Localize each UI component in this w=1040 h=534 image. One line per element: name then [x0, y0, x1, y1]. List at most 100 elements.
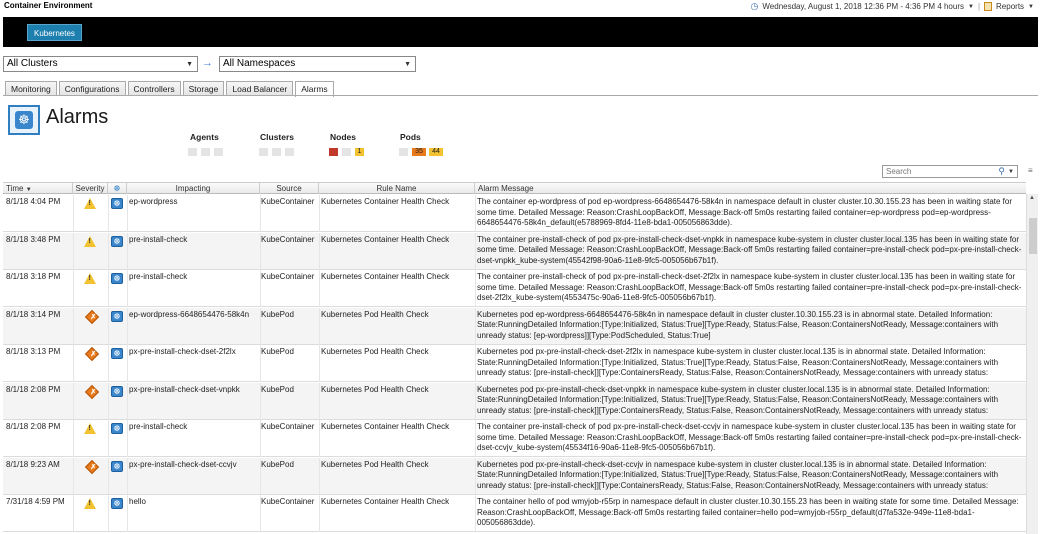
view-tabs: Monitoring Configurations Controllers St…	[5, 81, 334, 97]
alarm-impacting[interactable]: ep-wordpress	[129, 197, 259, 208]
divider	[319, 382, 320, 420]
alarm-impacting[interactable]: pre-install-check	[129, 272, 259, 283]
alarm-impacting[interactable]: pre-install-check	[129, 235, 259, 246]
header-severity[interactable]: Severity	[73, 183, 108, 194]
divider	[73, 457, 74, 495]
alarm-message: The container pre-install-check of pod p…	[477, 234, 1022, 265]
header-time[interactable]: Time ▼	[3, 183, 73, 194]
header-source[interactable]: Source	[260, 183, 319, 194]
clusters-major-count[interactable]	[272, 148, 281, 156]
table-row[interactable]: 8/1/18 3:48 PM! ☸ pre-install-check KubeCon…	[3, 232, 1026, 270]
alarm-impacting[interactable]: px-pre-install-check-dset-vnpkk	[129, 385, 259, 396]
alarm-source: KubeContainer	[261, 497, 315, 506]
severity-critical-icon: ✗	[84, 384, 100, 399]
table-row[interactable]: 8/1/18 3:14 PM ✗ ☸ ep-wordpress-6648654476-…	[3, 307, 1026, 345]
divider	[260, 270, 261, 307]
divider	[260, 195, 261, 232]
kubernetes-object-icon: ☸	[111, 310, 123, 322]
divider	[260, 382, 261, 420]
kubernetes-type-icon[interactable]: ☸	[108, 183, 127, 194]
header-impacting[interactable]: Impacting	[127, 183, 260, 194]
table-row[interactable]: 8/1/18 2:08 PM! ☸ pre-install-check KubeCon…	[3, 420, 1026, 457]
divider	[108, 457, 109, 495]
pods-warning-count[interactable]: 44	[429, 148, 443, 156]
divider	[260, 345, 261, 382]
tab-monitoring[interactable]: Monitoring	[5, 81, 57, 96]
table-row[interactable]: 7/31/18 4:59 PM! ☸ hello KubeContainer Kuber…	[3, 495, 1026, 532]
nav-bar: Kubernetes	[3, 17, 1038, 47]
tab-load-balancer[interactable]: Load Balancer	[226, 81, 294, 96]
chevron-down-icon[interactable]: ▼	[968, 4, 974, 10]
alarm-message: The container hello of pod wmyjob-r55rp …	[477, 497, 1019, 527]
pods-major-count[interactable]: 35	[412, 148, 426, 156]
table-row[interactable]: 8/1/18 9:23 AM ✗ ☸ px-pre-install-check-dse…	[3, 457, 1026, 495]
clusters-warning-count[interactable]	[285, 148, 294, 156]
alarm-impacting[interactable]: pre-install-check	[129, 422, 259, 433]
page-title: Alarms	[46, 106, 109, 128]
divider	[127, 382, 128, 420]
agents-critical-count[interactable]	[188, 148, 197, 156]
search-icon[interactable]: ⚲	[998, 166, 1005, 177]
divider	[73, 232, 74, 270]
alarm-message: The container pre-install-check of pod p…	[477, 422, 1022, 452]
kubernetes-tab[interactable]: Kubernetes	[27, 24, 82, 41]
chevron-down-icon[interactable]: ▼	[1028, 4, 1034, 10]
divider	[73, 307, 74, 345]
table-row[interactable]: 8/1/18 2:08 PM ✗ ☸ px-pre-install-check-dse…	[3, 382, 1026, 420]
summary-agents: Agents	[190, 132, 219, 142]
divider	[108, 495, 109, 532]
alarm-impacting[interactable]: ep-wordpress-6648654476-58k4n	[129, 310, 259, 321]
alarm-source: KubePod	[261, 459, 294, 469]
divider	[108, 345, 109, 382]
severity-warning-icon: !	[84, 273, 96, 284]
table-row[interactable]: 8/1/18 3:18 PM! ☸ pre-install-check KubeCon…	[3, 270, 1026, 307]
agents-major-count[interactable]	[201, 148, 210, 156]
chevron-down-icon[interactable]: ▼	[1008, 167, 1014, 178]
divider	[475, 270, 476, 307]
scrollbar-thumb[interactable]	[1029, 218, 1037, 254]
column-chooser-icon[interactable]: ≡	[1028, 166, 1033, 175]
kubernetes-object-icon: ☸	[111, 385, 123, 397]
time-range-selector[interactable]: Wednesday, August 1, 2018 12:36 PM - 4:3…	[762, 2, 964, 11]
alarm-source: KubePod	[261, 384, 294, 394]
alarm-impacting[interactable]: px-pre-install-check-dset-ccvjv	[129, 460, 259, 471]
nodes-critical-count[interactable]	[329, 148, 338, 156]
agents-warning-count[interactable]	[214, 148, 223, 156]
helm-wheel-icon: ☸	[15, 111, 33, 129]
alarm-rule-name: Kubernetes Container Health Check	[321, 422, 450, 431]
header-alarm-message[interactable]: Alarm Message	[475, 183, 1026, 194]
alarm-impacting[interactable]: hello	[129, 497, 259, 508]
nodes-warning-count[interactable]: 1	[355, 148, 364, 156]
pods-critical-count[interactable]	[399, 148, 408, 156]
table-row[interactable]: 8/1/18 3:13 PM ✗ ☸ px-pre-install-check-dse…	[3, 345, 1026, 382]
tab-controllers[interactable]: Controllers	[127, 81, 181, 96]
alarm-time: 8/1/18 3:14 PM	[6, 309, 61, 319]
summary-nodes: Nodes	[330, 132, 356, 142]
summary-label: Nodes	[330, 132, 356, 142]
table-row[interactable]: 8/1/18 4:04 PM! ☸ ep-wordpress KubeContaine…	[3, 195, 1026, 232]
search-input[interactable]: Search ⚲ ▼	[882, 165, 1018, 178]
nodes-major-count[interactable]	[342, 148, 351, 156]
clusters-critical-count[interactable]	[259, 148, 268, 156]
divider	[319, 420, 320, 457]
alarm-rule-name: Kubernetes Pod Health Check	[321, 309, 429, 319]
kubernetes-object-icon: ☸	[111, 348, 123, 359]
header-time-label: Time	[6, 184, 24, 193]
tab-configurations[interactable]: Configurations	[58, 81, 126, 96]
divider	[475, 307, 476, 345]
divider	[108, 420, 109, 457]
clusters-select[interactable]: All Clusters ▼	[3, 56, 198, 72]
alarm-impacting[interactable]: px-pre-install-check-dset-2f2lx	[129, 347, 259, 358]
divider	[319, 345, 320, 382]
vertical-scrollbar[interactable]: ▲	[1026, 194, 1038, 534]
alarm-time: 8/1/18 4:04 PM	[6, 197, 61, 206]
namespaces-select[interactable]: All Namespaces ▼	[219, 56, 416, 72]
scroll-up-icon[interactable]: ▲	[1029, 195, 1035, 201]
top-right-controls: ◷ Wednesday, August 1, 2018 12:36 PM - 4…	[751, 1, 1034, 12]
reports-menu[interactable]: Reports	[996, 2, 1024, 11]
alarm-rule-name: Kubernetes Pod Health Check	[321, 459, 429, 469]
kubernetes-object-icon: ☸	[111, 273, 123, 284]
tab-storage[interactable]: Storage	[182, 81, 225, 96]
header-rule-name[interactable]: Rule Name	[319, 183, 475, 194]
alarm-time: 7/31/18 4:59 PM	[6, 497, 65, 506]
